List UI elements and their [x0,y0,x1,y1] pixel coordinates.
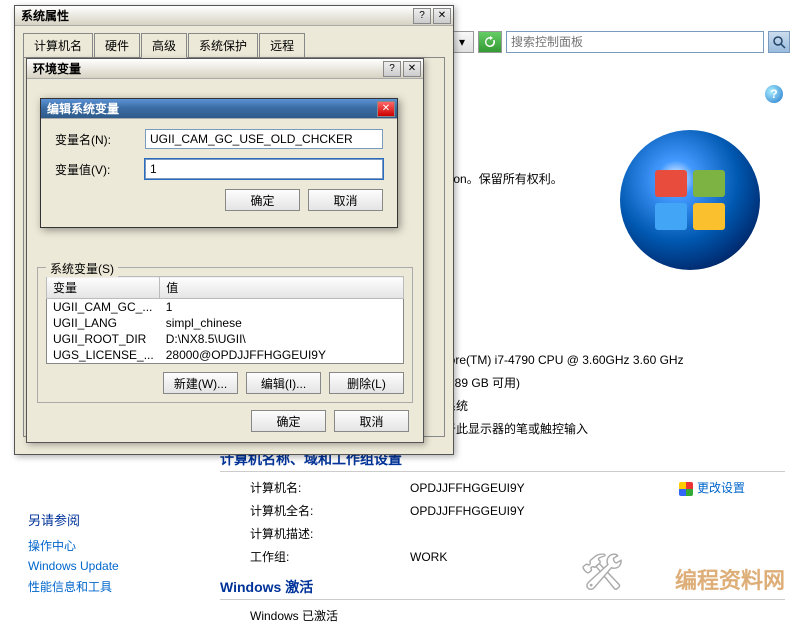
edit-variable-dialog: 编辑系统变量 ✕ 变量名(N): 变量值(V): 确定 取消 [40,98,398,228]
tab-computer-name[interactable]: 计算机名 [23,33,93,58]
new-button[interactable]: 新建(W)... [163,372,238,394]
table-row[interactable]: UGII_CAM_GC_...1 [47,299,404,316]
edit-button[interactable]: 编辑(I)... [246,372,321,394]
tab-remote[interactable]: 远程 [259,33,305,58]
help-icon[interactable]: ? [765,85,783,103]
tab-protection[interactable]: 系统保护 [188,33,258,58]
close-button[interactable]: ✕ [377,101,395,117]
refresh-icon [484,36,496,48]
address-toolbar: ▾ [450,28,790,56]
workgroup-label: 工作组: [250,547,410,567]
ram-value: GB (7.89 GB 可用) [420,373,785,393]
search-input[interactable] [506,31,764,53]
cpu-value: (R) Core(TM) i7-4790 CPU @ 3.60GHz 3.60 … [420,350,785,370]
envvars-titlebar: 环境变量 ? ✕ [27,59,423,79]
see-also-panel: 另请参阅 操作中心 Windows Update 性能信息和工具 [28,510,119,600]
var-value-label: 变量值(V): [55,161,145,178]
ostype-value: 操作系统 [420,396,785,416]
system-vars-fieldset: 系统变量(S) 变量值 UGII_CAM_GC_...1 UGII_LANGsi… [37,267,413,403]
windows-update-link[interactable]: Windows Update [28,559,119,573]
fullname-value: OPDJJFFHGGEUI9Y [410,501,785,521]
sysprop-title: 系统属性 [21,7,411,24]
search-icon [772,35,786,49]
change-settings-link[interactable]: 更改设置 [679,478,745,498]
close-button[interactable]: ✕ [403,61,421,77]
refresh-button[interactable] [478,31,502,53]
editvar-title: 编辑系统变量 [47,100,375,117]
var-name-input[interactable] [145,129,383,149]
editvar-titlebar: 编辑系统变量 ✕ [41,99,397,119]
cancel-button[interactable]: 取消 [334,410,409,432]
computer-name-label: 计算机名: [250,478,410,498]
tab-advanced[interactable]: 高级 [141,33,187,58]
ok-button[interactable]: 确定 [225,189,300,211]
shield-icon [679,482,693,496]
help-button[interactable]: ? [413,8,431,24]
watermark-text: 编程资料网 [675,563,785,595]
envvars-title: 环境变量 [33,60,381,77]
see-also-heading: 另请参阅 [28,510,119,529]
copyright-text: oration。保留所有权利。 [430,170,785,187]
help-button[interactable]: ? [383,61,401,77]
system-vars-label: 系统变量(S) [46,260,118,277]
tab-hardware[interactable]: 硬件 [94,33,140,58]
var-name-label: 变量名(N): [55,131,145,148]
sysprop-tabs: 计算机名 硬件 高级 系统保护 远程 [15,26,453,57]
system-vars-table[interactable]: 变量值 UGII_CAM_GC_...1 UGII_LANGsimpl_chin… [46,276,404,364]
close-button[interactable]: ✕ [433,8,451,24]
search-button[interactable] [768,31,790,53]
delete-button[interactable]: 删除(L) [329,372,404,394]
var-value-input[interactable] [145,159,383,179]
table-row[interactable]: UGII_ROOT_DIRD:\NX8.5\UGII\ [47,331,404,347]
pen-value: 可用于此显示器的笔或触控输入 [420,419,785,439]
ok-button[interactable]: 确定 [251,410,326,432]
table-row[interactable]: UGS_LICENSE_...28000@OPDJJFFHGGEUI9Y [47,347,404,364]
performance-link[interactable]: 性能信息和工具 [28,578,119,595]
table-row[interactable]: UGII_LANGsimpl_chinese [47,315,404,331]
desc-label: 计算机描述: [250,524,410,544]
col-value[interactable]: 值 [160,277,404,299]
action-center-link[interactable]: 操作中心 [28,537,119,554]
wrench-icon: 🛠 [579,551,625,593]
cancel-button[interactable]: 取消 [308,189,383,211]
sysprop-titlebar: 系统属性 ? ✕ [15,6,453,26]
fullname-label: 计算机全名: [250,501,410,521]
activated-text: Windows 已激活 [250,606,338,626]
col-variable[interactable]: 变量 [47,277,160,299]
